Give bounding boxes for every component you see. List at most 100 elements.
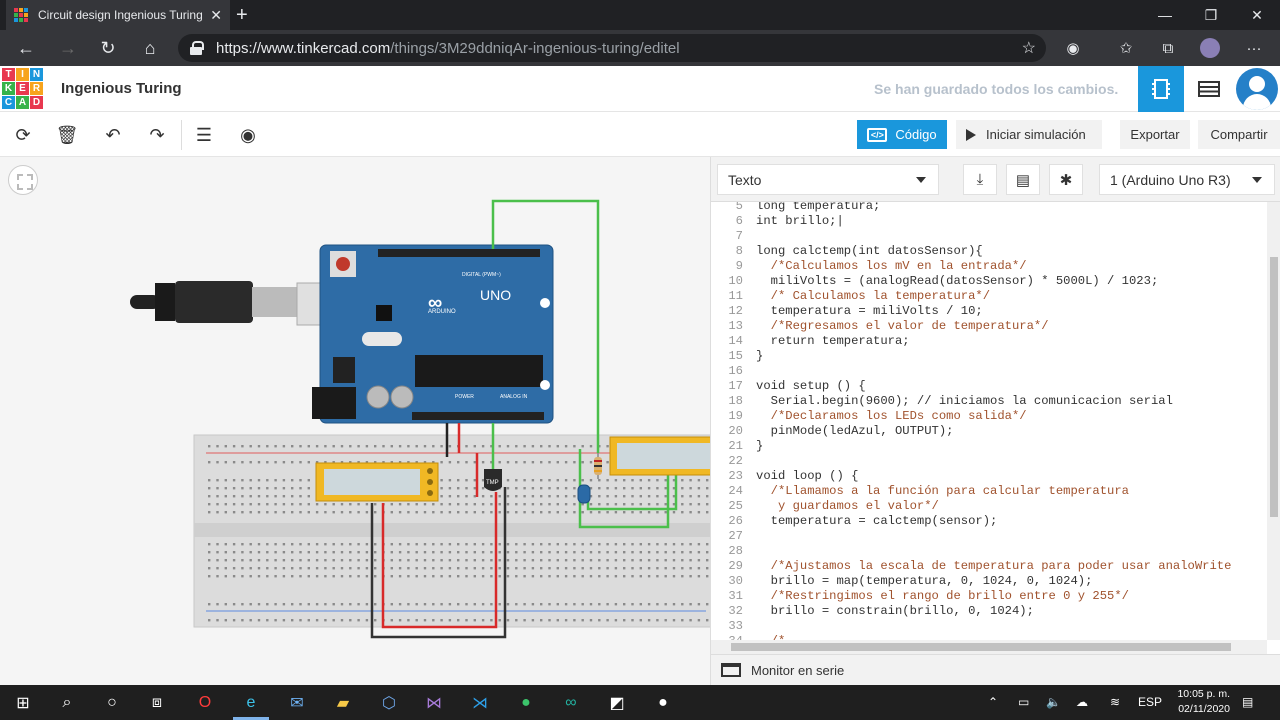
collections-icon[interactable]: ⧉ [1158, 38, 1178, 58]
app-icon[interactable]: ● [650, 690, 676, 716]
code-line[interactable]: 28 [711, 544, 1269, 559]
code-line[interactable]: 6 int brillo;| [711, 214, 1269, 229]
export-button[interactable]: Exportar [1120, 120, 1190, 149]
code-line[interactable]: 7 [711, 229, 1269, 244]
edge-icon[interactable]: e [238, 690, 264, 716]
code-line[interactable]: 8 long calctemp(int datosSensor){ [711, 244, 1269, 259]
code-line[interactable]: 23 void loop () { [711, 469, 1269, 484]
code-line[interactable]: 19 /*Declaramos los LEDs como salida*/ [711, 409, 1269, 424]
browser-tab[interactable]: Circuit design Ingenious Turing | ✕ [6, 0, 230, 30]
windows-start-icon[interactable]: ⊞ [10, 690, 36, 716]
code-line[interactable]: 13 /*Regresamos el valor de temperatura*… [711, 319, 1269, 334]
code-line[interactable]: 33 [711, 619, 1269, 634]
maps-icon[interactable]: ● [513, 690, 539, 716]
vscode-icon[interactable]: ⋊ [467, 690, 493, 716]
code-line[interactable]: 14 return temperatura; [711, 334, 1269, 349]
favorites-icon[interactable]: ✩ [1116, 38, 1136, 58]
code-line[interactable]: 17 void setup () { [711, 379, 1269, 394]
library-button[interactable]: ▤ [1006, 164, 1040, 195]
code-line[interactable]: 20 pinMode(ledAzul, OUTPUT); [711, 424, 1269, 439]
display-module-right[interactable] [609, 436, 710, 476]
bookmark-star-icon[interactable]: ☆ [1022, 38, 1036, 58]
delete-icon[interactable]: 🗑 [54, 122, 80, 148]
code-line[interactable]: 16 [711, 364, 1269, 379]
vertical-scrollbar[interactable] [1267, 202, 1280, 640]
notes-icon[interactable]: ☰ [191, 122, 217, 148]
show-hidden-icons-icon[interactable]: ⌃ [988, 695, 998, 709]
code-line[interactable]: 5 long temperatura; [711, 202, 1269, 214]
profile-avatar-icon[interactable] [1200, 38, 1220, 58]
arduino-ide-icon[interactable]: ∞ [558, 690, 584, 716]
wifi-icon[interactable]: ≋ [1110, 695, 1120, 709]
blue-led[interactable] [577, 484, 591, 504]
cortana-icon[interactable]: ○ [99, 690, 125, 716]
volume-icon[interactable]: 🔈 [1046, 695, 1061, 709]
temperature-sensor[interactable]: TMP [484, 469, 502, 491]
code-line[interactable]: 21} [711, 439, 1269, 454]
circuit-view-button[interactable] [1138, 66, 1184, 112]
new-tab-icon[interactable]: + [236, 4, 248, 27]
search-icon[interactable]: ⌕ [54, 690, 80, 716]
back-icon[interactable]: ← [14, 36, 38, 60]
undo-icon[interactable]: ↶ [100, 122, 126, 148]
share-button[interactable]: Compartir [1198, 120, 1280, 149]
notifications-icon[interactable]: ▤ [1242, 695, 1253, 709]
system-clock[interactable]: 10:05 p. m. 02/11/2020 [1160, 687, 1230, 717]
more-menu-icon[interactable]: ··· [1244, 38, 1264, 58]
rotate-icon[interactable]: ⟳ [10, 122, 36, 148]
scroll-thumb[interactable] [731, 643, 1231, 651]
code-line[interactable]: 9 /*Calculamos los mV en la entrada*/ [711, 259, 1269, 274]
opera-icon[interactable]: O [192, 690, 218, 716]
code-line[interactable]: 10 miliVolts = (analogRead(datosSensor) … [711, 274, 1269, 289]
visual-studio-icon[interactable]: ⋈ [421, 690, 447, 716]
arduino-uno-board[interactable]: ∞ UNO ARDUINO DIGITAL (PWM~) POWER ANALO… [312, 244, 554, 424]
serial-monitor-bar[interactable]: Monitor en serie [711, 654, 1280, 685]
code-button[interactable]: </> Código [857, 120, 947, 149]
cube-app-icon[interactable]: ⬡ [376, 690, 402, 716]
code-line[interactable]: 32 brillo = constrain(brillo, 0, 1024); [711, 604, 1269, 619]
tinkercad-logo[interactable]: T I N K E R C A D [2, 68, 43, 110]
start-simulation-button[interactable]: Iniciar simulación [956, 120, 1102, 149]
code-line[interactable]: 24 /*Llamamos a la función para calcular… [711, 484, 1269, 499]
reload-icon[interactable]: ↻ [96, 36, 120, 60]
code-line[interactable]: 15} [711, 349, 1269, 364]
forward-icon[interactable]: → [56, 36, 80, 60]
code-line[interactable]: 31 /*Restringimos el rango de brillo ent… [711, 589, 1269, 604]
download-button[interactable]: ⤓ [963, 164, 997, 195]
code-line[interactable]: 12 temperatura = miliVolts / 10; [711, 304, 1269, 319]
code-editor[interactable]: 5 long temperatura; 6 int brillo;| 7 8 long ca… [711, 202, 1269, 640]
mail-icon[interactable]: ✉ [284, 690, 310, 716]
horizontal-scrollbar[interactable] [711, 640, 1267, 654]
input-language[interactable]: ESP [1138, 695, 1162, 709]
debugger-button[interactable]: ✱ [1049, 164, 1083, 195]
extension-icon[interactable]: ◉ [1063, 38, 1083, 58]
maximize-icon[interactable]: ❐ [1188, 0, 1234, 30]
code-line[interactable]: 25 y guardamos el valor*/ [711, 499, 1269, 514]
task-view-icon[interactable]: ⧈ [144, 690, 170, 716]
close-window-icon[interactable]: ✕ [1234, 0, 1280, 30]
code-line[interactable]: 18 Serial.begin(9600); // iniciamos la c… [711, 394, 1269, 409]
component-list-button[interactable] [1186, 66, 1232, 112]
cloud-icon[interactable]: ☁ [1076, 695, 1088, 709]
code-line[interactable]: 27 [711, 529, 1269, 544]
code-mode-select[interactable]: Texto [717, 164, 939, 195]
visibility-icon[interactable]: ◉ [235, 122, 261, 148]
home-icon[interactable]: ⌂ [138, 36, 162, 60]
minimize-icon[interactable]: — [1142, 0, 1188, 30]
photos-icon[interactable]: ◩ [604, 690, 630, 716]
close-tab-icon[interactable]: ✕ [210, 7, 222, 24]
code-line[interactable]: 30 brillo = map(temperatura, 0, 1024, 0,… [711, 574, 1269, 589]
code-line[interactable]: 11 /* Calculamos la temperatura*/ [711, 289, 1269, 304]
device-select[interactable]: 1 (Arduino Uno R3) [1099, 164, 1275, 195]
battery-icon[interactable]: ▭ [1018, 695, 1029, 709]
file-explorer-icon[interactable]: ▰ [330, 690, 356, 716]
project-name[interactable]: Ingenious Turing [61, 80, 182, 97]
display-module-left[interactable] [315, 462, 439, 502]
code-line[interactable]: 29 /*Ajustamos la escala de temperatura … [711, 559, 1269, 574]
redo-icon[interactable]: ↷ [144, 122, 170, 148]
user-avatar[interactable] [1236, 68, 1278, 110]
scroll-thumb[interactable] [1270, 257, 1278, 517]
address-bar[interactable]: https://www.tinkercad.com/things/3M29ddn… [178, 34, 1046, 62]
circuit-canvas[interactable]: ∞ UNO ARDUINO DIGITAL (PWM~) POWER ANALO… [0, 157, 710, 685]
code-line[interactable]: 26 temperatura = calctemp(sensor); [711, 514, 1269, 529]
